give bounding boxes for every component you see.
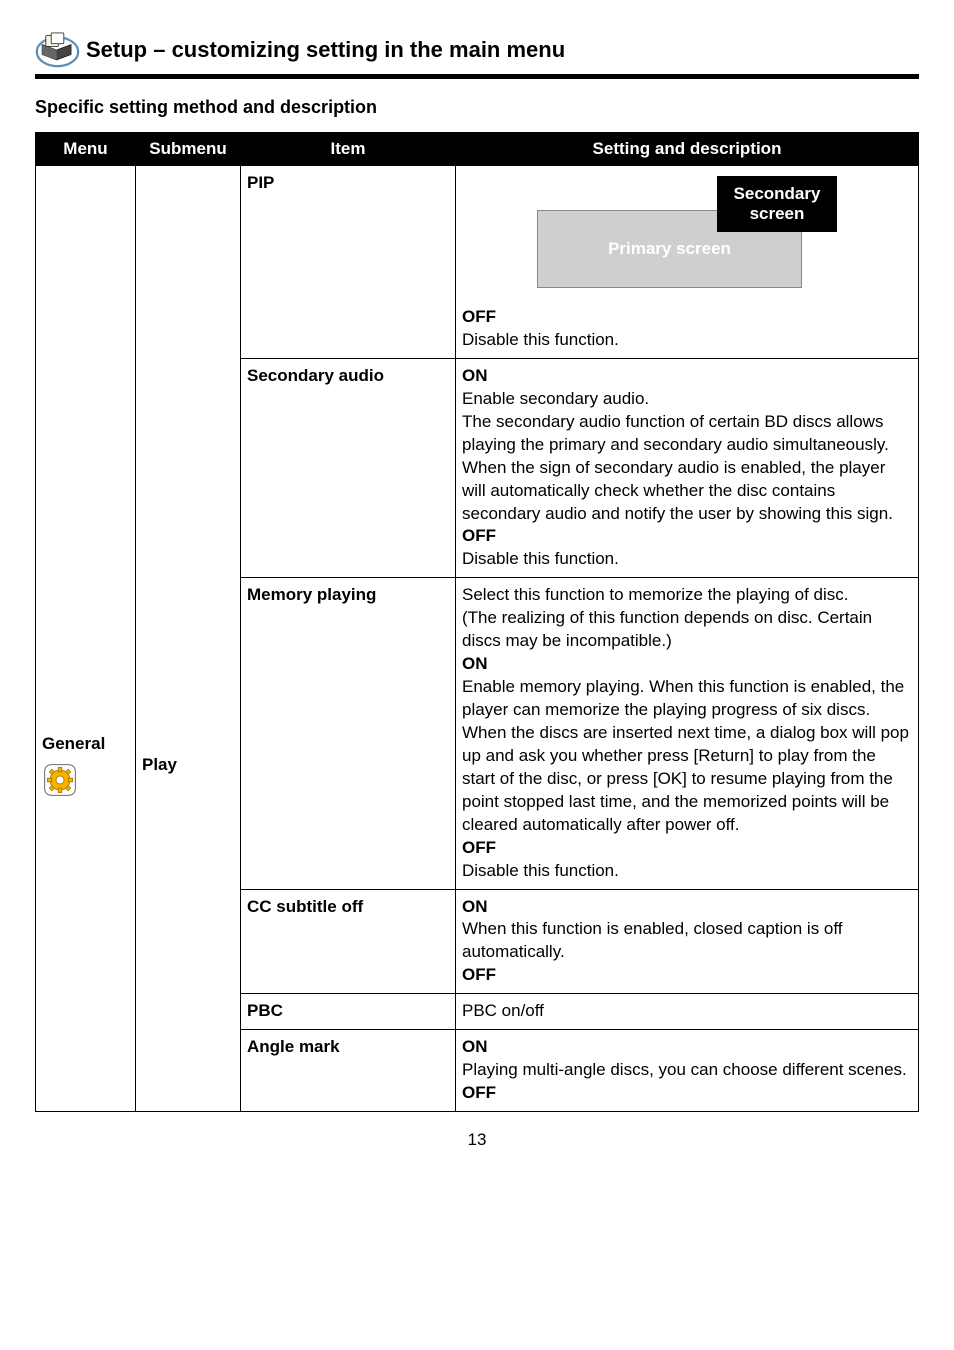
memory-off-label: OFF (462, 838, 496, 857)
desc-angle-mark: ON Playing multi-angle discs, you can ch… (456, 1030, 919, 1112)
cc-on-label: ON (462, 897, 488, 916)
item-cc-subtitle: CC subtitle off (241, 889, 456, 994)
desc-cc-subtitle: ON When this function is enabled, closed… (456, 889, 919, 994)
desc-pbc: PBC on/off (456, 994, 919, 1030)
books-icon (35, 30, 80, 70)
page-header: Setup – customizing setting in the main … (35, 30, 919, 70)
item-pip: PIP (241, 166, 456, 359)
col-item-header: Item (241, 133, 456, 166)
secaudio-on-desc2: The secondary audio function of certain … (462, 412, 893, 523)
item-pbc: PBC (241, 994, 456, 1030)
memory-on-desc: Enable memory playing. When this functio… (462, 677, 909, 834)
col-desc-header: Setting and description (456, 133, 919, 166)
angle-on-label: ON (462, 1037, 488, 1056)
secaudio-off-desc: Disable this function. (462, 549, 619, 568)
item-memory-playing: Memory playing (241, 578, 456, 889)
desc-memory-playing: Select this function to memorize the pla… (456, 578, 919, 889)
settings-table: Menu Submenu Item Setting and descriptio… (35, 132, 919, 1112)
header-underline (35, 74, 919, 79)
item-angle-mark: Angle mark (241, 1030, 456, 1112)
submenu-cell-play: Play (136, 166, 241, 1112)
page-number: 13 (35, 1130, 919, 1150)
page-title: Setup – customizing setting in the main … (86, 37, 565, 63)
memory-on-label: ON (462, 654, 488, 673)
menu-label: General (42, 734, 105, 753)
col-menu-header: Menu (36, 133, 136, 166)
memory-intro1: Select this function to memorize the pla… (462, 585, 848, 604)
col-submenu-header: Submenu (136, 133, 241, 166)
desc-pip: Secondary screen Primary screen OFF Disa… (456, 166, 919, 359)
pip-off-desc: Disable this function. (462, 330, 619, 349)
pip-off-label: OFF (462, 307, 496, 326)
memory-intro2: (The realizing of this function depends … (462, 608, 872, 650)
menu-cell-general: General (36, 166, 136, 1112)
submenu-label: Play (142, 755, 177, 774)
cc-on-desc: When this function is enabled, closed ca… (462, 919, 843, 961)
section-title: Specific setting method and description (35, 97, 919, 118)
item-secondary-audio: Secondary audio (241, 358, 456, 577)
memory-off-desc: Disable this function. (462, 861, 619, 880)
pip-diagram: Secondary screen Primary screen (537, 176, 837, 296)
angle-on-desc: Playing multi-angle discs, you can choos… (462, 1060, 907, 1079)
angle-off-label: OFF (462, 1083, 496, 1102)
table-row: General (36, 166, 919, 359)
pip-secondary-box: Secondary screen (717, 176, 837, 232)
secaudio-on-label: ON (462, 366, 488, 385)
cc-off-label: OFF (462, 965, 496, 984)
desc-secondary-audio: ON Enable secondary audio. The secondary… (456, 358, 919, 577)
secaudio-off-label: OFF (462, 526, 496, 545)
gear-icon (42, 762, 78, 798)
secaudio-on-desc1: Enable secondary audio. (462, 389, 649, 408)
table-header-row: Menu Submenu Item Setting and descriptio… (36, 133, 919, 166)
